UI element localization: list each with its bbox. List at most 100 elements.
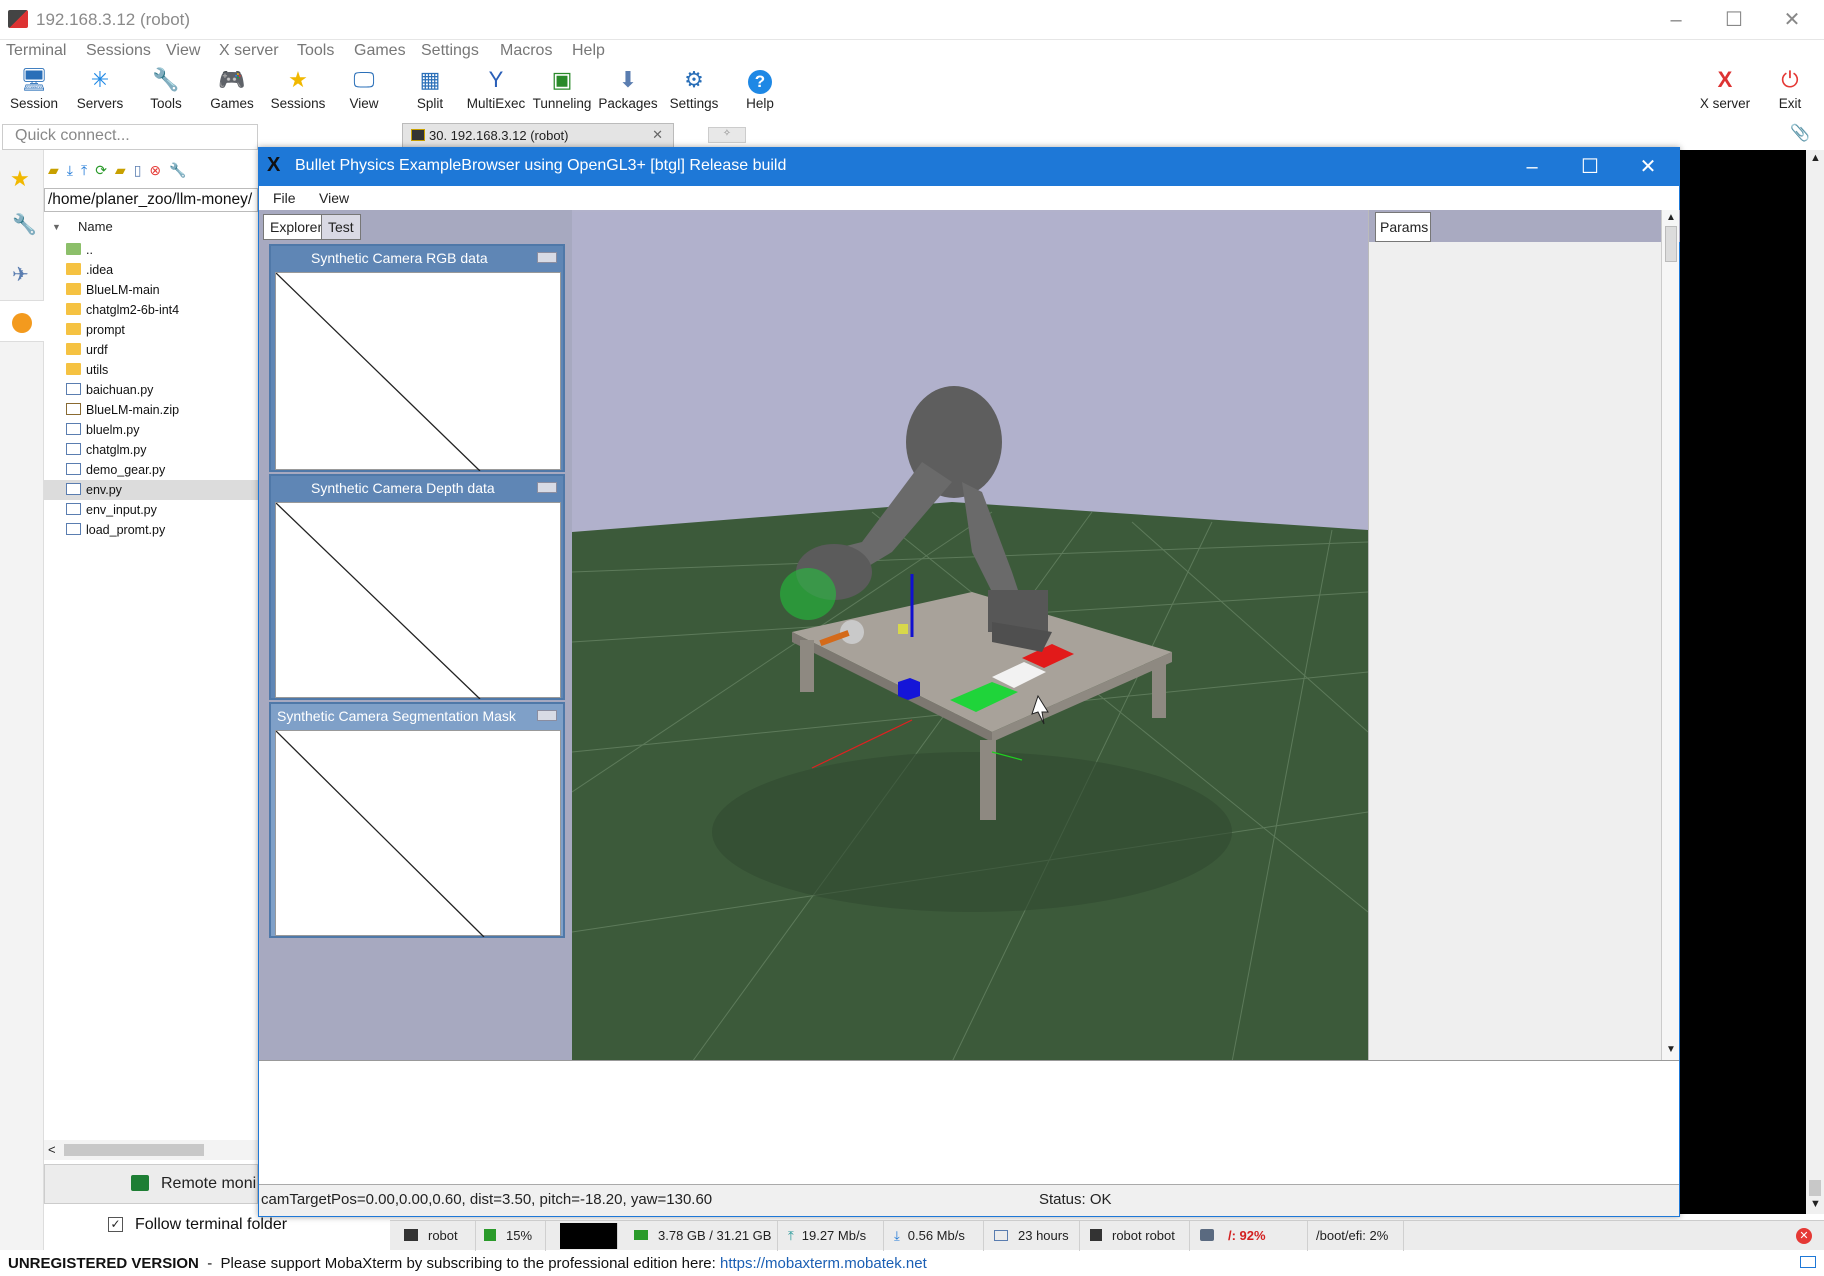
new-file-icon[interactable]: ▯: [134, 162, 142, 178]
depth-camera-panel: Synthetic Camera Depth data: [269, 474, 565, 700]
memory-indicator: 3.78 GB / 31.21 GB: [626, 1221, 778, 1251]
file-item[interactable]: env_input.py: [66, 500, 258, 520]
delete-icon[interactable]: ⊗: [149, 162, 161, 178]
tools-side-icon[interactable]: 🔧: [12, 212, 37, 237]
depth-panel-collapse-button[interactable]: [537, 482, 557, 493]
file-item[interactable]: ..: [66, 240, 258, 260]
bullet-log-panel: [259, 1060, 1679, 1184]
toolbar-session-button[interactable]: 🖥 Session: [1, 66, 67, 116]
collapse-icon[interactable]: ▼: [52, 222, 61, 232]
scroll-thumb[interactable]: [64, 1144, 204, 1156]
session-tab[interactable]: 30. 192.168.3.12 (robot) ✕: [402, 123, 674, 147]
folder-icon: [66, 363, 81, 375]
new-tab-button[interactable]: ✧: [708, 127, 746, 143]
follow-terminal-checkbox[interactable]: ✓: [108, 1217, 123, 1232]
bullet-minimize-button[interactable]: –: [1503, 148, 1561, 186]
bullet-menu-view[interactable]: View: [319, 190, 349, 206]
minimize-button[interactable]: –: [1648, 4, 1704, 36]
terminal-area[interactable]: [1680, 150, 1806, 1214]
folder-item[interactable]: prompt: [66, 320, 258, 340]
toolbar-packages-button[interactable]: ⬇ Packages: [595, 66, 661, 116]
close-window-button[interactable]: ✕: [1764, 4, 1820, 36]
toolbar-tools-button[interactable]: 🔧 Tools: [133, 66, 199, 116]
toolbar-view-button[interactable]: 🖵 View: [331, 66, 397, 116]
toolbar-exit-button[interactable]: ⏻ Exit: [1760, 66, 1820, 116]
quick-connect-input[interactable]: Quick connect...: [2, 124, 258, 150]
tab-test[interactable]: Test: [321, 214, 361, 240]
scroll-left-icon[interactable]: <: [48, 1142, 56, 1157]
file-name: BlueLM-main: [86, 283, 160, 297]
menu-games[interactable]: Games: [354, 42, 406, 60]
parent-folder-icon[interactable]: ▰: [48, 162, 59, 178]
bullet-titlebar: X Bullet Physics ExampleBrowser using Op…: [259, 148, 1679, 186]
macros-side-icon[interactable]: ✈: [12, 262, 29, 287]
menu-settings[interactable]: Settings: [421, 42, 479, 60]
toolbar-games-button[interactable]: 🎮 Games: [199, 66, 265, 116]
x-logo-icon: X: [267, 154, 281, 176]
file-item[interactable]: env.py: [44, 480, 258, 500]
segmentation-panel-collapse-button[interactable]: [537, 710, 557, 721]
params-scroll-down-icon[interactable]: ▼: [1666, 1044, 1676, 1055]
terminal-scrollbar[interactable]: ▲ ▼: [1806, 150, 1824, 1214]
toolbar-sessions-button[interactable]: ★ Sessions: [265, 66, 331, 116]
explorer-pane: Explorer Test Synthetic Camera RGB data …: [259, 210, 572, 1060]
toolbar-xserver-button[interactable]: XX server: [1690, 66, 1760, 116]
toolbar-settings-button[interactable]: ⚙ Settings: [661, 66, 727, 116]
menu-terminal[interactable]: Terminal: [6, 42, 66, 60]
params-scroll-up-icon[interactable]: ▲: [1666, 212, 1676, 223]
menu-view[interactable]: View: [166, 42, 200, 60]
file-item[interactable]: baichuan.py: [66, 380, 258, 400]
maximize-button[interactable]: ☐: [1706, 4, 1762, 36]
star-sessions-icon[interactable]: ★: [10, 166, 30, 192]
attach-icon[interactable]: 📎: [1790, 123, 1810, 143]
shadow: [712, 752, 1232, 912]
sftp-path-input[interactable]: /home/planer_zoo/llm-money/: [44, 188, 258, 212]
column-header-name[interactable]: Name: [78, 219, 113, 234]
file-item[interactable]: BlueLM-main.zip: [66, 400, 258, 420]
toolbar-tunneling-button[interactable]: ▣ Tunneling: [529, 66, 595, 116]
bullet-maximize-button[interactable]: ☐: [1561, 148, 1619, 186]
menu-xserver[interactable]: X server: [219, 42, 279, 60]
sftp-hscrollbar[interactable]: <: [44, 1140, 258, 1160]
file-item[interactable]: bluelm.py: [66, 420, 258, 440]
permissions-icon[interactable]: 🔧: [169, 162, 186, 178]
toolbar-multiexec-button[interactable]: Y MultiExec: [463, 66, 529, 116]
terminal-scroll-thumb[interactable]: [1809, 1180, 1821, 1196]
scroll-down-icon[interactable]: ▼: [1810, 1198, 1821, 1210]
tab-explorer[interactable]: Explorer: [263, 214, 330, 240]
toolbar-servers-button[interactable]: ✳ Servers: [67, 66, 133, 116]
download-icon[interactable]: ⤓: [67, 162, 73, 178]
folder-item[interactable]: utils: [66, 360, 258, 380]
toolbar-split-button[interactable]: ▦ Split: [397, 66, 463, 116]
close-status-icon[interactable]: ✕: [1796, 1228, 1812, 1244]
remote-monitoring-button[interactable]: Remote moni: [44, 1164, 258, 1204]
menu-help[interactable]: Help: [572, 42, 605, 60]
menu-macros[interactable]: Macros: [500, 42, 552, 60]
rgb-panel-collapse-button[interactable]: [537, 252, 557, 263]
file-item[interactable]: demo_gear.py: [66, 460, 258, 480]
menu-tools[interactable]: Tools: [297, 42, 334, 60]
menu-sessions[interactable]: Sessions: [86, 42, 151, 60]
support-message: - Please support MobaXterm by subscribin…: [198, 1255, 720, 1272]
params-scroll-thumb[interactable]: [1665, 226, 1677, 262]
notification-icon[interactable]: [1800, 1256, 1816, 1268]
folder-item[interactable]: .idea: [66, 260, 258, 280]
params-scrollbar[interactable]: ▲ ▼: [1661, 210, 1679, 1060]
refresh-icon[interactable]: ⟳: [95, 162, 107, 178]
close-tab-icon[interactable]: ✕: [652, 127, 663, 143]
upload-icon[interactable]: ⤒: [81, 162, 87, 178]
bullet-menu-file[interactable]: File: [273, 190, 296, 206]
mobatek-link[interactable]: https://mobaxterm.mobatek.net: [720, 1255, 927, 1272]
sftp-side-tab[interactable]: [0, 300, 44, 342]
toolbar-help-button[interactable]: ? Help: [727, 66, 793, 116]
folder-item[interactable]: BlueLM-main: [66, 280, 258, 300]
file-item[interactable]: chatglm.py: [66, 440, 258, 460]
tab-params[interactable]: Params: [1375, 212, 1431, 242]
scroll-up-icon[interactable]: ▲: [1810, 152, 1821, 164]
3d-viewport[interactable]: [571, 212, 1369, 1063]
file-item[interactable]: load_promt.py: [66, 520, 258, 540]
bullet-close-button[interactable]: ✕: [1619, 148, 1677, 186]
folder-item[interactable]: urdf: [66, 340, 258, 360]
new-folder-icon[interactable]: ▰: [115, 162, 126, 178]
folder-item[interactable]: chatglm2-6b-int4: [66, 300, 258, 320]
